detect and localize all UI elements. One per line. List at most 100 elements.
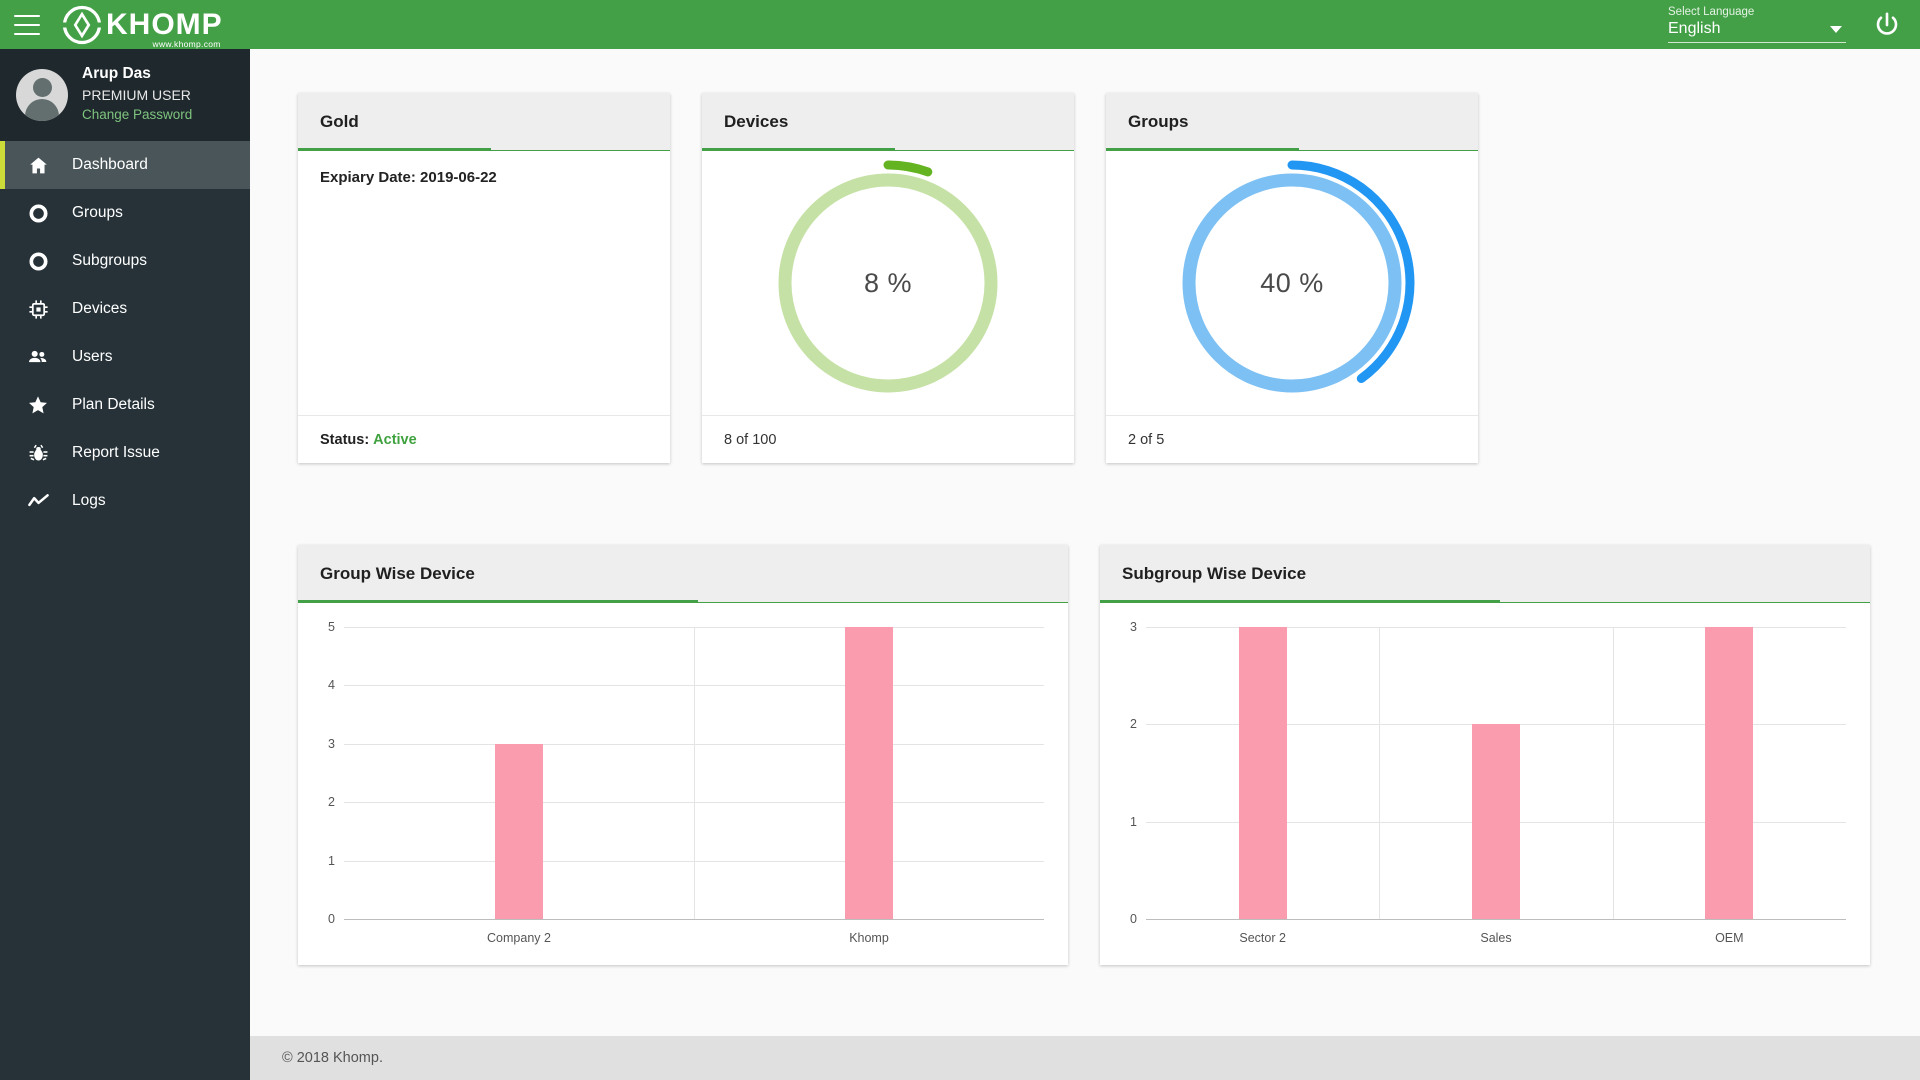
sidebar-item-label: Groups xyxy=(72,204,123,221)
bug-icon xyxy=(26,441,50,465)
vertical-divider xyxy=(1612,627,1614,919)
brand-url: www.khomp.com xyxy=(152,39,221,49)
avatar xyxy=(16,69,68,121)
hamburger-menu-icon[interactable] xyxy=(14,14,40,35)
user-profile-block: Arup Das PREMIUM USER Change Password xyxy=(0,49,250,141)
subgroup-wise-device-plot: 0 1 2 3 Sector 2 Sales OEM xyxy=(1130,620,1846,945)
devices-count-text: 8 of 100 xyxy=(724,431,777,448)
gridline xyxy=(1146,919,1846,920)
gold-plan-card: Gold Expiary Date: 2019-06-22 Status: Ac… xyxy=(298,93,670,463)
sidebar-item-plan-details[interactable]: Plan Details xyxy=(0,381,250,429)
y-axis-tick-label: 5 xyxy=(328,620,335,634)
sidebar-item-logs[interactable]: Logs xyxy=(0,477,250,525)
copyright-text: © 2018 Khomp. xyxy=(282,1050,383,1066)
top-app-bar: KHOMP www.khomp.com Select Language Engl… xyxy=(0,0,1920,49)
brand-logo-link[interactable]: KHOMP www.khomp.com xyxy=(62,5,223,48)
sidebar: Arup Das PREMIUM USER Change Password Da… xyxy=(0,49,250,1080)
sidebar-item-label: Devices xyxy=(72,300,128,317)
group-wise-device-plot: 0 1 2 3 4 5 Company 2 Khomp xyxy=(328,620,1044,945)
brand-name: KHOMP xyxy=(106,7,223,41)
devices-card-footer: 8 of 100 xyxy=(702,415,1074,463)
circle-icon xyxy=(26,249,50,273)
language-select-control[interactable]: English xyxy=(1668,20,1846,43)
y-axis-tick-label: 1 xyxy=(1130,814,1137,829)
chevron-down-icon xyxy=(1830,25,1842,33)
bar[interactable] xyxy=(1472,724,1520,919)
sidebar-nav: Dashboard Groups Subgroups Devices Users… xyxy=(0,141,250,525)
y-axis-tick-label: 3 xyxy=(1130,620,1137,634)
sidebar-item-devices[interactable]: Devices xyxy=(0,285,250,333)
devices-gauge-value: 8 % xyxy=(863,267,913,298)
bar[interactable] xyxy=(845,627,893,919)
y-axis-tick-label: 1 xyxy=(328,853,335,868)
vertical-divider xyxy=(1379,627,1381,919)
trending-up-icon xyxy=(26,489,50,513)
x-axis-tick-label: Company 2 xyxy=(487,931,551,945)
bar[interactable] xyxy=(1705,627,1754,919)
status-badge: Active xyxy=(373,431,417,448)
gold-card-body: Expiary Date: 2019-06-22 xyxy=(298,151,670,415)
x-axis-tick-label: Sector 2 xyxy=(1239,931,1286,945)
sidebar-item-label: Dashboard xyxy=(72,156,148,173)
summary-cards-row: Gold Expiary Date: 2019-06-22 Status: Ac… xyxy=(298,93,1872,463)
sidebar-item-report-issue[interactable]: Report Issue xyxy=(0,429,250,477)
status-label: Status: xyxy=(320,431,370,448)
page-footer: © 2018 Khomp. xyxy=(250,1036,1920,1080)
sidebar-item-label: Report Issue xyxy=(72,444,160,461)
vertical-divider xyxy=(694,627,695,919)
gridline xyxy=(344,919,1044,920)
sidebar-item-label: Users xyxy=(72,348,113,365)
subgroup-wise-device-body: 0 1 2 3 Sector 2 Sales OEM xyxy=(1100,603,1870,965)
card-header: Groups xyxy=(1106,93,1478,151)
groups-count-text: 2 of 5 xyxy=(1128,431,1165,448)
y-axis-tick-label: 2 xyxy=(1130,717,1137,732)
subgroup-wise-device-card: Subgroup Wise Device 0 1 2 3 Sector 2 Sales OE… xyxy=(1100,545,1870,965)
khomp-diamond-icon xyxy=(62,5,102,44)
language-selected-value: English xyxy=(1668,20,1721,37)
groups-gauge-card: Groups 40 % 2 of 5 xyxy=(1106,93,1478,463)
x-axis-tick-label: OEM xyxy=(1715,931,1744,945)
bar[interactable] xyxy=(495,743,543,919)
people-icon xyxy=(26,345,50,369)
group-wise-device-body: 0 1 2 3 4 5 Company 2 Khomp xyxy=(298,603,1068,965)
sidebar-item-users[interactable]: Users xyxy=(0,333,250,381)
card-header: Group Wise Device xyxy=(298,545,1068,603)
page-title: Gold xyxy=(320,112,359,131)
profile-role: PREMIUM USER xyxy=(82,87,191,104)
card-title: Groups xyxy=(1128,112,1189,131)
main-content: Gold Expiary Date: 2019-06-22 Status: Ac… xyxy=(250,49,1920,1080)
language-selector[interactable]: Select Language English xyxy=(1668,6,1846,43)
star-icon xyxy=(26,393,50,417)
group-wise-device-card: Group Wise Device 0 1 2 3 4 5 Company 2 Khomp xyxy=(298,545,1068,965)
home-icon xyxy=(26,153,50,177)
y-axis-tick-label: 4 xyxy=(328,678,335,693)
groups-donut-chart: 40 % xyxy=(1167,158,1417,408)
y-axis-tick-label: 3 xyxy=(328,736,335,751)
sidebar-item-label: Subgroups xyxy=(72,252,147,269)
devices-card-body: 8 % xyxy=(702,151,1074,415)
x-axis-tick-label: Khomp xyxy=(849,931,889,945)
card-title: Group Wise Device xyxy=(320,564,475,583)
groups-card-footer: 2 of 5 xyxy=(1106,415,1478,463)
sidebar-item-label: Plan Details xyxy=(72,396,155,413)
card-header: Subgroup Wise Device xyxy=(1100,545,1870,603)
bar[interactable] xyxy=(1238,627,1287,919)
bar-charts-row: Group Wise Device 0 1 2 3 4 5 Company 2 Khomp S… xyxy=(298,545,1872,965)
change-password-link[interactable]: Change Password xyxy=(82,105,192,125)
expiry-date-text: Expiary Date: 2019-06-22 xyxy=(320,169,497,186)
language-label: Select Language xyxy=(1668,6,1755,18)
groups-gauge-value: 40 % xyxy=(1260,267,1324,298)
sidebar-item-dashboard[interactable]: Dashboard xyxy=(0,141,250,189)
card-header: Devices xyxy=(702,93,1074,151)
groups-card-body: 40 % xyxy=(1106,151,1478,415)
x-axis-tick-label: Sales xyxy=(1480,931,1512,945)
y-axis-tick-label: 2 xyxy=(328,795,335,810)
chip-icon xyxy=(26,297,50,321)
card-title: Subgroup Wise Device xyxy=(1122,564,1307,583)
circle-icon xyxy=(26,201,50,225)
sidebar-item-groups[interactable]: Groups xyxy=(0,189,250,237)
y-axis-tick-label: 0 xyxy=(1130,912,1137,926)
power-icon[interactable] xyxy=(1872,10,1902,40)
profile-name: Arup Das xyxy=(82,65,151,83)
sidebar-item-subgroups[interactable]: Subgroups xyxy=(0,237,250,285)
